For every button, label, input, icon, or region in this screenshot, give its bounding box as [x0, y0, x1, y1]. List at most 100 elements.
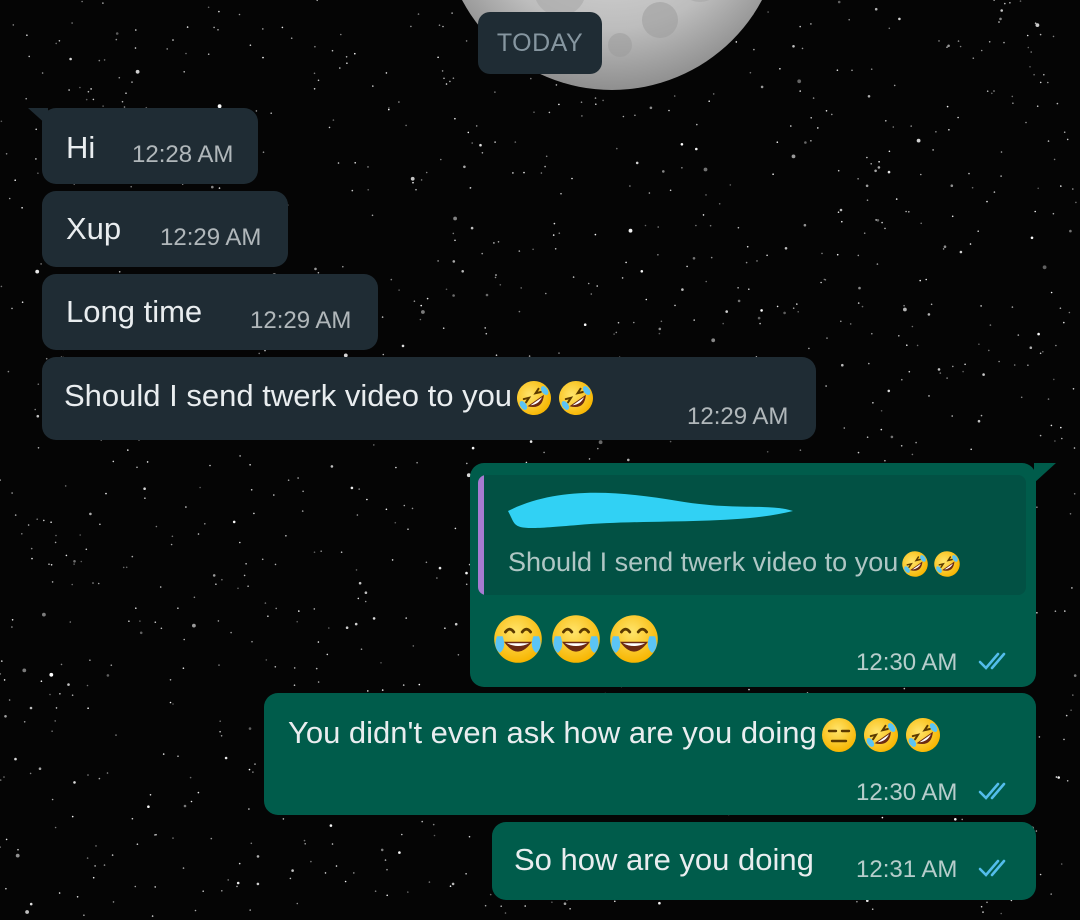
star [858, 286, 861, 290]
message-outgoing[interactable]: So how are you doing 12:31 AM [492, 822, 1036, 900]
star [880, 428, 883, 431]
star [40, 263, 42, 265]
star [193, 596, 196, 599]
star [345, 626, 349, 629]
star [442, 25, 444, 28]
star [291, 869, 294, 872]
message-incoming[interactable]: Should I send twerk video to you 12:29 A… [42, 357, 816, 440]
star [381, 316, 384, 318]
star [548, 111, 551, 114]
star [962, 370, 964, 373]
star [1047, 140, 1050, 142]
star [293, 667, 296, 669]
star [465, 571, 468, 575]
message-outgoing[interactable]: Should I send twerk video to you 12:30 A… [470, 463, 1036, 687]
star [449, 885, 452, 887]
star [569, 908, 571, 910]
star [495, 274, 497, 276]
star [219, 730, 221, 733]
message-incoming[interactable]: Long time 12:29 AM [42, 274, 378, 350]
star [302, 490, 304, 493]
star [426, 297, 429, 300]
star [451, 882, 455, 886]
star [594, 233, 597, 236]
star [239, 455, 241, 457]
star [916, 344, 919, 347]
star [866, 436, 869, 439]
star [783, 311, 786, 315]
star [797, 311, 799, 313]
star [391, 559, 394, 561]
star [946, 377, 948, 379]
star [51, 730, 53, 732]
star [146, 461, 149, 463]
star [493, 242, 495, 244]
star [454, 622, 458, 626]
star [38, 767, 42, 770]
star [799, 449, 802, 452]
star [177, 607, 179, 609]
star [357, 597, 360, 600]
star [162, 753, 165, 755]
star [494, 141, 496, 143]
star [916, 138, 921, 143]
star [658, 901, 661, 905]
star [866, 156, 868, 159]
star [621, 277, 624, 279]
star [554, 248, 557, 250]
star [737, 226, 740, 229]
star [143, 487, 146, 491]
star [471, 142, 474, 144]
star [58, 892, 61, 894]
star [35, 269, 40, 274]
star [317, 681, 320, 683]
star [1053, 378, 1055, 381]
star [73, 781, 76, 784]
star [452, 260, 456, 263]
star [900, 445, 903, 447]
star [420, 179, 423, 181]
message-text-content: Should I send twerk video to you [64, 378, 513, 414]
star [14, 514, 17, 516]
star [1047, 398, 1050, 400]
message-incoming[interactable]: Xup 12:29 AM [42, 191, 288, 267]
star [518, 310, 521, 313]
rolling-on-floor-laughing-icon [900, 549, 930, 579]
star [497, 241, 500, 243]
star [1012, 102, 1014, 104]
star [199, 486, 201, 489]
star [911, 453, 914, 456]
message-incoming[interactable]: Hi 12:28 AM [42, 108, 258, 184]
message-time: 12:29 AM [250, 307, 352, 334]
star [58, 40, 61, 42]
quoted-message[interactable]: Should I send twerk video to you [478, 475, 1026, 595]
message-outgoing[interactable]: You didn't even ask how are you doing 12… [264, 693, 1036, 815]
star [437, 56, 439, 59]
star [470, 226, 474, 230]
star [520, 287, 522, 289]
star [219, 720, 221, 722]
star [484, 327, 487, 329]
star [134, 885, 137, 888]
star [267, 615, 269, 617]
star [669, 189, 672, 192]
star [668, 109, 670, 112]
star [580, 101, 583, 103]
star [1070, 709, 1072, 711]
star [1039, 873, 1042, 876]
star [217, 620, 220, 622]
star [989, 324, 992, 326]
star [959, 250, 963, 254]
star [1073, 493, 1076, 495]
star [12, 24, 15, 26]
star [412, 181, 414, 184]
star [290, 37, 293, 39]
star [1039, 81, 1042, 84]
star [0, 660, 3, 662]
star [388, 107, 390, 109]
star [799, 25, 801, 28]
star [881, 816, 884, 819]
star [870, 163, 872, 165]
star [504, 912, 507, 914]
quoted-text: Should I send twerk video to you [508, 547, 962, 579]
